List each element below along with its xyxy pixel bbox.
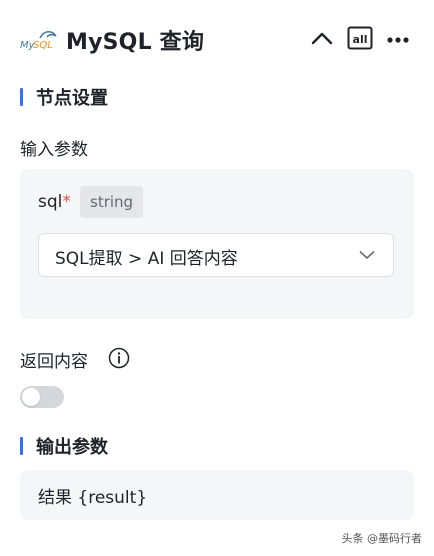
chevron-up-icon[interactable]	[310, 28, 334, 48]
return-content-toggle[interactable]	[20, 386, 64, 408]
all-icon[interactable]: all	[347, 26, 373, 50]
required-mark: *	[62, 192, 71, 212]
param-name: sql*	[38, 192, 71, 212]
section-title-text: 输出参数	[36, 437, 108, 458]
param-type-tag: string	[80, 186, 144, 218]
svg-text:all: all	[353, 33, 368, 46]
param-value-select[interactable]: SQL提取 > AI 回答内容	[38, 233, 394, 277]
return-content-label: 返回内容	[20, 352, 88, 372]
chevron-down-icon	[359, 251, 375, 259]
section-node-settings: 节点设置	[20, 84, 108, 109]
section-title-text: 节点设置	[36, 88, 108, 109]
section-accent-bar	[20, 437, 23, 455]
node-title: MySQL 查询	[66, 30, 205, 55]
watermark: 头条 @墨码行者	[342, 530, 423, 546]
output-param-value: 结果 {result}	[38, 488, 148, 508]
param-name-text: sql	[38, 192, 63, 212]
output-param-card: 结果 {result}	[20, 470, 414, 520]
info-icon[interactable]	[108, 347, 130, 369]
watermark-text: 头条 @墨码行者	[341, 532, 423, 545]
select-value: SQL提取 > AI 回答内容	[55, 249, 238, 269]
svg-text:SQL: SQL	[33, 40, 53, 51]
input-params-label: 输入参数	[20, 140, 88, 160]
section-accent-bar	[20, 88, 23, 106]
node-header: My SQL MySQL 查询 all	[0, 18, 434, 62]
toggle-knob	[22, 388, 40, 406]
input-param-card: sql* string SQL提取 > AI 回答内容	[20, 169, 414, 319]
more-icon[interactable]	[386, 36, 410, 44]
section-output-params: 输出参数	[20, 433, 108, 458]
mysql-logo: My SQL	[20, 31, 57, 51]
